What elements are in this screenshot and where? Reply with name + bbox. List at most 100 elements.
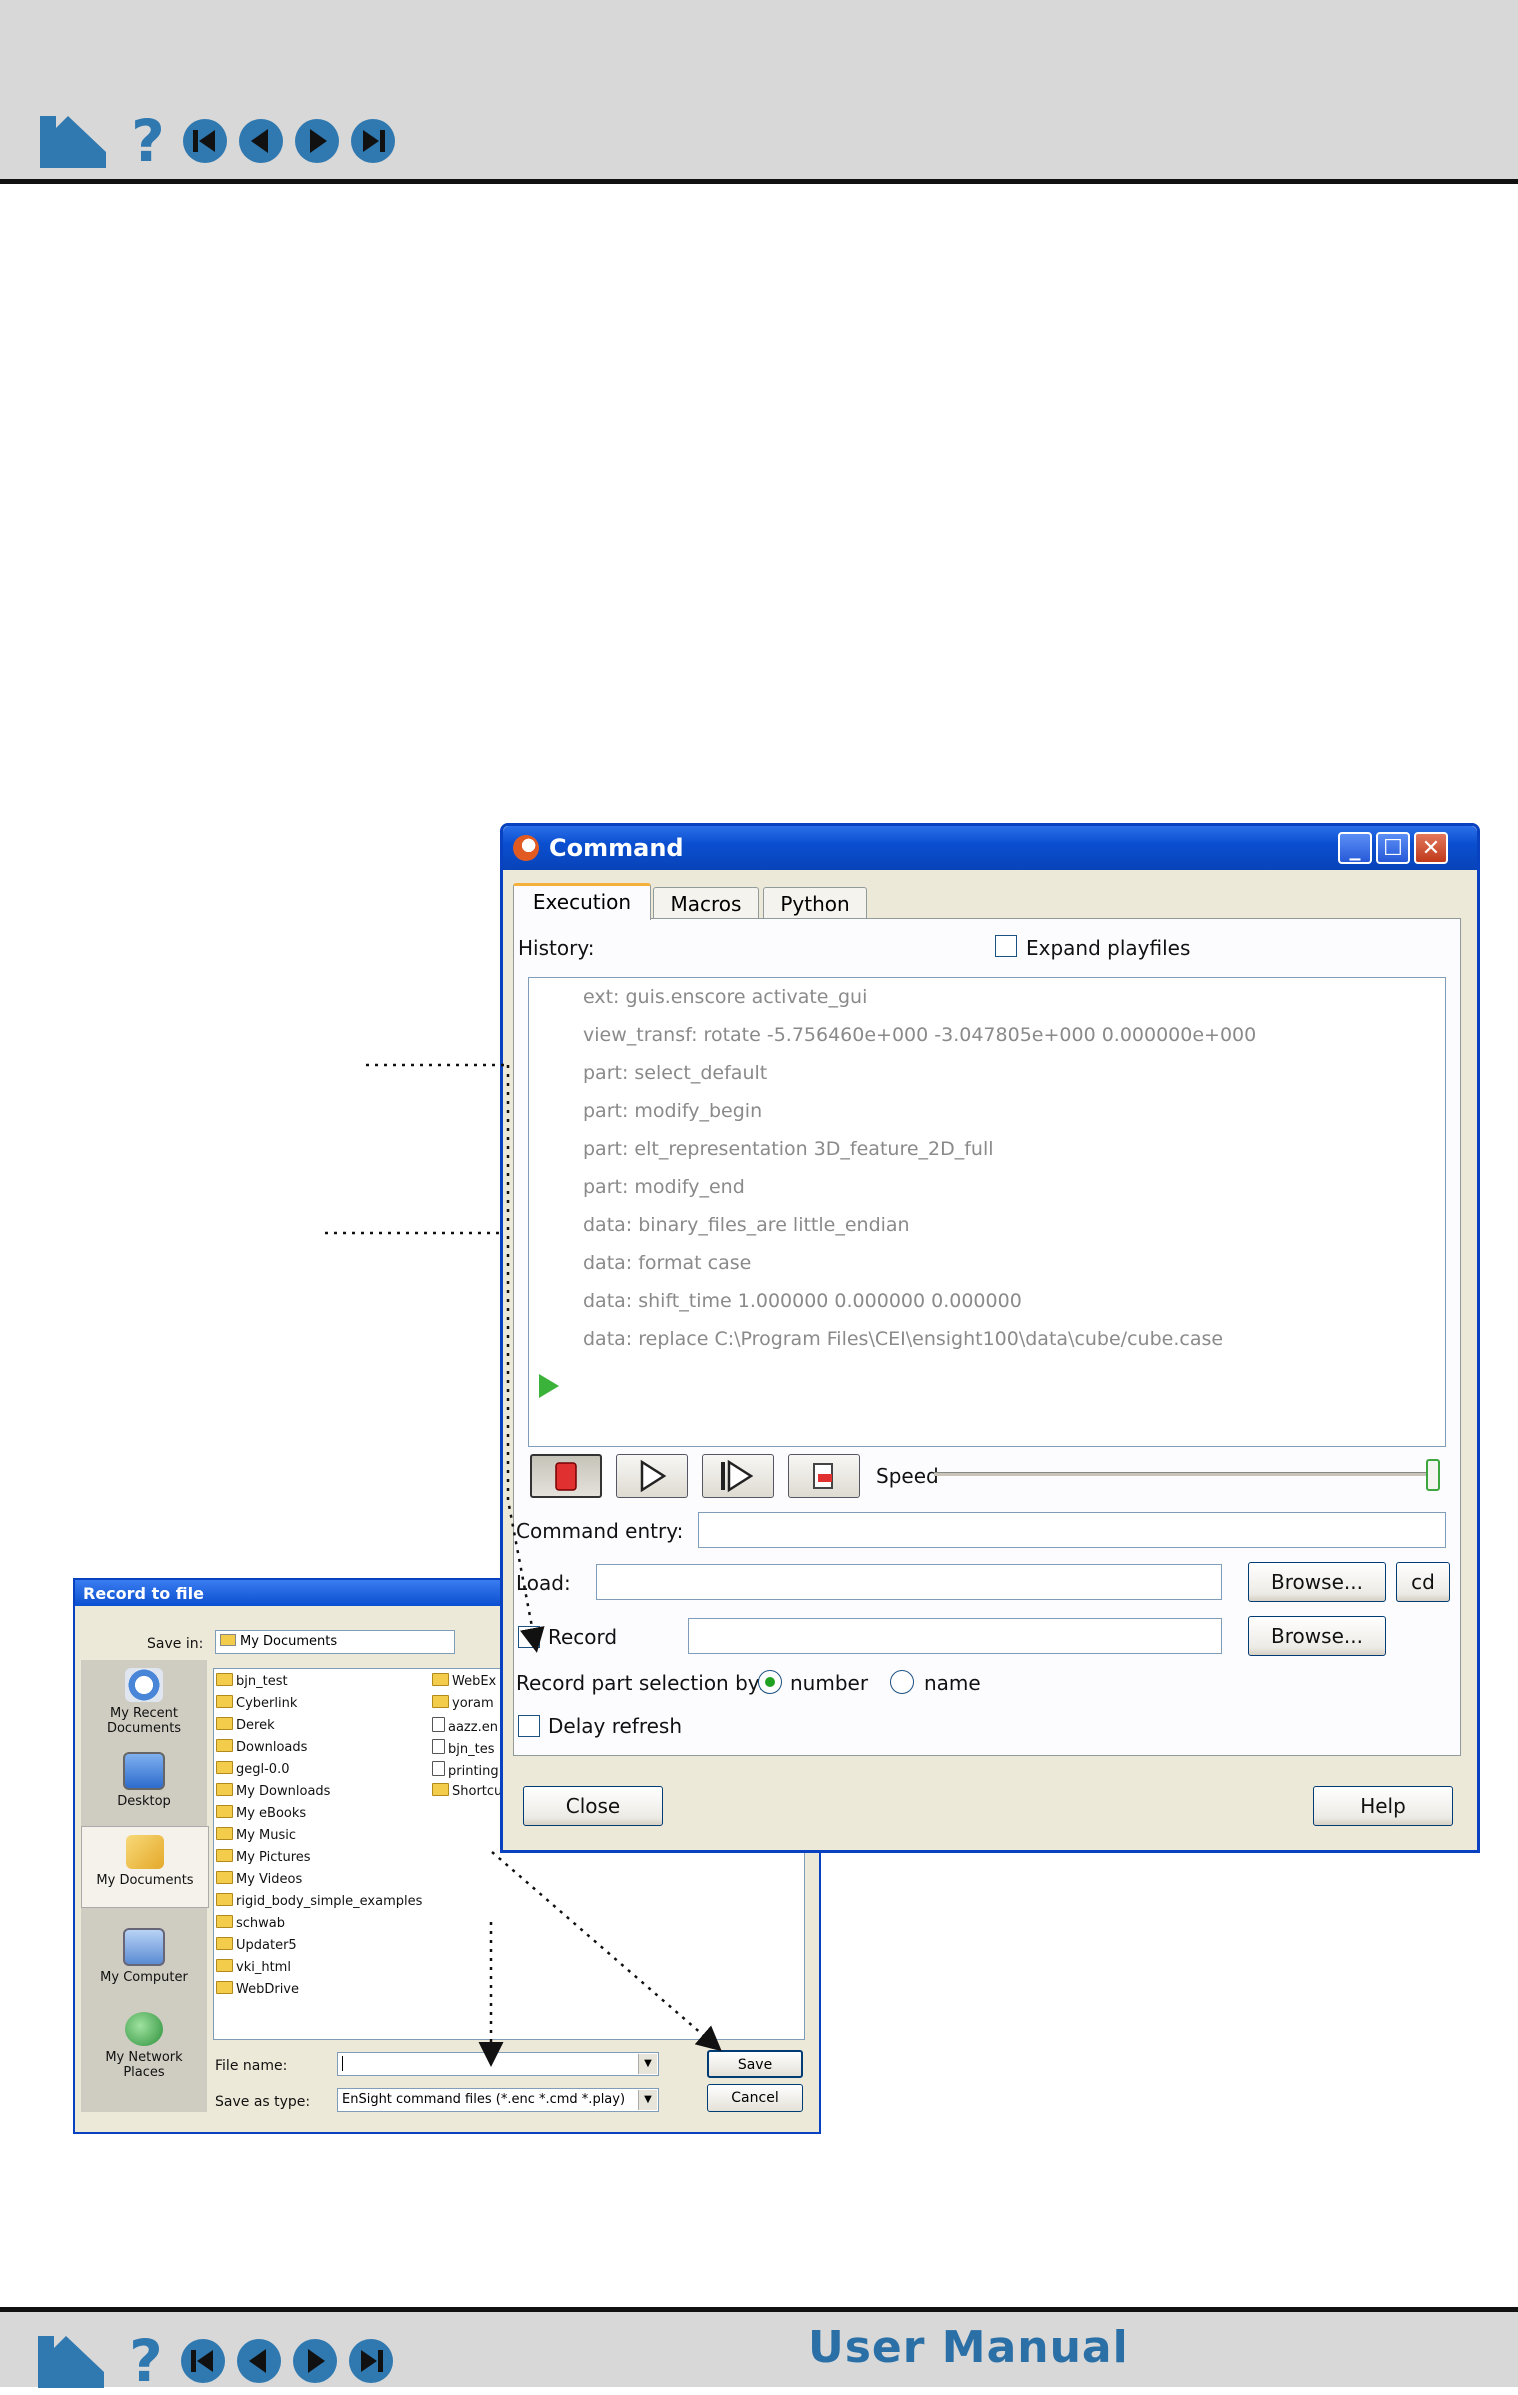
history-item[interactable]: data: binary_files_are little_endian xyxy=(583,1214,910,1236)
next-page-icon[interactable] xyxy=(294,118,340,164)
record-stop-button[interactable] xyxy=(530,1454,602,1498)
history-label: History: xyxy=(518,936,595,960)
home-icon[interactable] xyxy=(38,112,108,170)
list-item[interactable]: Shortcu xyxy=(432,1783,502,1799)
list-item[interactable]: WebEx xyxy=(432,1673,496,1689)
speed-slider-thumb[interactable] xyxy=(1426,1459,1440,1491)
tab-execution[interactable]: Execution xyxy=(513,883,651,920)
play-button[interactable] xyxy=(616,1454,688,1498)
history-item[interactable]: view_transf: rotate -5.756460e+000 -3.04… xyxy=(583,1024,1256,1046)
help-icon[interactable]: ? xyxy=(126,2332,166,2390)
record-file-input[interactable] xyxy=(688,1618,1222,1654)
save-as-type-label: Save as type: xyxy=(215,2094,311,2110)
history-item[interactable]: part: modify_end xyxy=(583,1176,745,1198)
list-item[interactable]: bjn_test xyxy=(216,1673,288,1689)
place-my-recent-documents[interactable]: My Recent Documents xyxy=(81,1668,207,1736)
list-item[interactable]: My Downloads xyxy=(216,1783,330,1799)
minimize-icon[interactable]: _ xyxy=(1338,832,1372,864)
manual-title: User Manual xyxy=(808,2322,1129,2373)
home-icon[interactable] xyxy=(36,2332,106,2390)
list-item[interactable]: aazz.en xyxy=(432,1717,498,1735)
list-item[interactable]: Updater5 xyxy=(216,1937,297,1953)
bottom-nav-bar: ? User Manual xyxy=(0,2307,1518,2390)
speed-slider-track[interactable] xyxy=(934,1472,1430,1476)
speed-label: Speed xyxy=(876,1464,939,1488)
place-my-network-places[interactable]: My Network Places xyxy=(84,2012,204,2080)
play-icon xyxy=(640,1459,667,1493)
list-item[interactable]: bjn_tes xyxy=(432,1739,494,1757)
command-window-title: Command xyxy=(549,834,684,862)
help-icon[interactable]: ? xyxy=(128,112,168,170)
chevron-down-icon[interactable]: ▼ xyxy=(638,2054,657,2074)
list-item[interactable]: vki_html xyxy=(216,1959,291,1975)
load-input[interactable] xyxy=(596,1564,1222,1600)
cd-button[interactable]: cd xyxy=(1396,1562,1450,1602)
my-computer-icon xyxy=(123,1928,165,1966)
list-item[interactable]: My Pictures xyxy=(216,1849,311,1865)
place-my-computer[interactable]: My Computer xyxy=(81,1928,207,1985)
maximize-icon[interactable]: ☐ xyxy=(1376,832,1410,864)
list-item[interactable]: My Music xyxy=(216,1827,296,1843)
list-item[interactable]: Cyberlink xyxy=(216,1695,297,1711)
radio-name[interactable] xyxy=(890,1670,914,1694)
history-list[interactable]: ext: guis.enscore activate_gui view_tran… xyxy=(528,977,1446,1447)
step-icon xyxy=(721,1459,754,1493)
save-button[interactable]: Save xyxy=(707,2050,803,2078)
save-in-label: Save in: xyxy=(147,1636,204,1652)
list-item[interactable]: My Videos xyxy=(216,1871,302,1887)
current-line-marker-icon xyxy=(539,1374,559,1398)
first-page-icon[interactable] xyxy=(182,118,228,164)
place-desktop[interactable]: Desktop xyxy=(81,1752,207,1809)
radio-number[interactable] xyxy=(758,1670,782,1694)
tab-macros[interactable]: Macros xyxy=(653,887,759,919)
list-item[interactable]: rigid_body_simple_examples xyxy=(216,1893,422,1909)
list-item[interactable]: Derek xyxy=(216,1717,275,1733)
step-button[interactable] xyxy=(702,1454,774,1498)
history-item[interactable]: part: select_default xyxy=(583,1062,767,1084)
place-my-documents[interactable]: My Documents xyxy=(81,1826,209,1908)
history-item[interactable]: data: shift_time 1.000000 0.000000 0.000… xyxy=(583,1290,1022,1312)
list-item[interactable]: gegl-0.0 xyxy=(216,1761,289,1777)
file-name-input[interactable]: ▼ xyxy=(337,2052,659,2076)
load-browse-button[interactable]: Browse... xyxy=(1248,1562,1386,1602)
list-item[interactable]: schwab xyxy=(216,1915,285,1931)
last-page-icon[interactable] xyxy=(348,2338,394,2384)
previous-page-icon[interactable] xyxy=(238,118,284,164)
expand-playfiles-checkbox[interactable] xyxy=(995,935,1017,957)
previous-page-icon[interactable] xyxy=(236,2338,282,2384)
ensight-logo-icon xyxy=(513,835,539,861)
history-item[interactable]: data: replace C:\Program Files\CEI\ensig… xyxy=(583,1328,1223,1350)
history-item[interactable]: part: elt_representation 3D_feature_2D_f… xyxy=(583,1138,994,1160)
close-button[interactable]: Close xyxy=(523,1786,663,1826)
history-item[interactable]: part: modify_begin xyxy=(583,1100,762,1122)
list-item[interactable]: yoram xyxy=(432,1695,494,1711)
list-item[interactable]: Downloads xyxy=(216,1739,307,1755)
command-window: Command _ ☐ ✕ Execution Macros Python Hi… xyxy=(500,823,1480,1853)
list-item[interactable]: My eBooks xyxy=(216,1805,306,1821)
chevron-down-icon[interactable]: ▼ xyxy=(638,2090,657,2110)
save-as-type-select[interactable]: EnSight command files (*.enc *.cmd *.pla… xyxy=(337,2088,659,2112)
list-item[interactable]: printing xyxy=(432,1761,499,1779)
first-page-icon[interactable] xyxy=(180,2338,226,2384)
history-item[interactable]: data: format case xyxy=(583,1252,751,1274)
close-icon[interactable]: ✕ xyxy=(1414,832,1448,864)
delay-refresh-checkbox[interactable] xyxy=(518,1715,540,1737)
execution-panel: History: Expand playfiles ext: guis.ensc… xyxy=(513,918,1461,1756)
list-item[interactable]: WebDrive xyxy=(216,1981,299,1997)
next-page-icon[interactable] xyxy=(292,2338,338,2384)
last-page-icon[interactable] xyxy=(350,118,396,164)
file-name-label: File name: xyxy=(215,2058,288,2074)
record-browse-button[interactable]: Browse... xyxy=(1248,1616,1386,1656)
record-checkbox[interactable] xyxy=(518,1626,540,1648)
top-nav-bar: ? xyxy=(0,0,1518,184)
desktop-icon xyxy=(123,1752,165,1790)
cancel-button[interactable]: Cancel xyxy=(707,2084,803,2112)
help-button[interactable]: Help xyxy=(1313,1786,1453,1826)
command-entry-input[interactable] xyxy=(698,1512,1446,1548)
history-item[interactable]: ext: guis.enscore activate_gui xyxy=(583,986,867,1008)
stop-at-line-icon xyxy=(813,1463,833,1489)
top-nav-buttons: ? xyxy=(38,112,406,170)
stop-at-line-button[interactable] xyxy=(788,1454,860,1498)
save-in-combo[interactable]: My Documents xyxy=(215,1630,455,1654)
tab-python[interactable]: Python xyxy=(763,887,867,919)
